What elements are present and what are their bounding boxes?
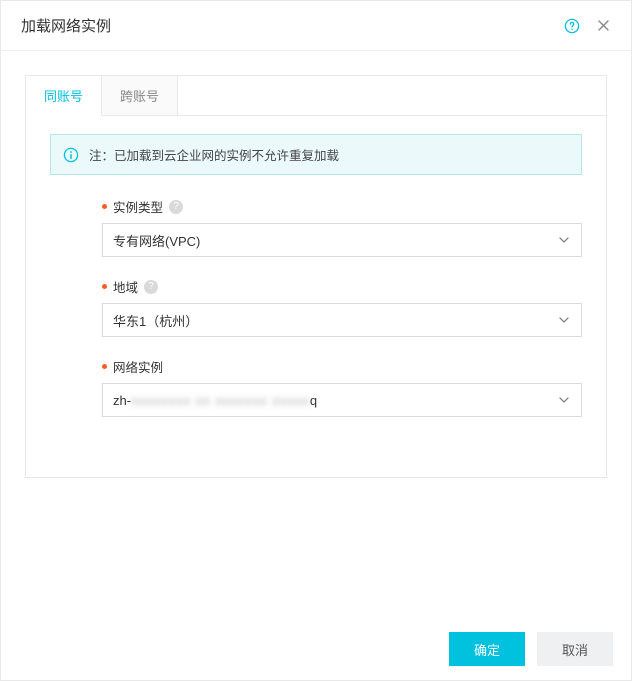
cancel-button[interactable]: 取消 — [537, 632, 613, 666]
select-instance-type-value: 专有网络(VPC) — [113, 231, 200, 250]
ok-button[interactable]: 确定 — [449, 632, 525, 666]
info-banner-text: 注：已加载到云企业网的实例不允许重复加载 — [89, 145, 339, 164]
label-instance-type: 实例类型 ? — [102, 197, 582, 216]
select-network-instance[interactable]: zh-xxxxxxxx xx xxxxxxx xxxxxq — [102, 383, 582, 417]
label-region: 地域 ? — [102, 277, 582, 296]
label-network-instance-text: 网络实例 — [113, 357, 163, 376]
required-dot — [102, 364, 107, 369]
chevron-down-icon — [557, 393, 571, 407]
form-card: 同账号 跨账号 注：已加载到云企业网的实例不允许重复加载 实例类型 — [25, 75, 607, 478]
field-network-instance: 网络实例 zh-xxxxxxxx xx xxxxxxx xxxxxq — [50, 357, 582, 417]
select-region-value: 华东1（杭州） — [113, 311, 198, 330]
required-dot — [102, 284, 107, 289]
dialog-body: 同账号 跨账号 注：已加载到云企业网的实例不允许重复加载 实例类型 — [1, 51, 631, 478]
dialog-footer: 确定 取消 — [1, 618, 631, 680]
tabs-spacer — [178, 76, 606, 116]
chevron-down-icon — [557, 233, 571, 247]
select-region[interactable]: 华东1（杭州） — [102, 303, 582, 337]
help-hint-icon[interactable]: ? — [169, 200, 183, 214]
label-network-instance: 网络实例 — [102, 357, 582, 376]
help-hint-icon[interactable]: ? — [144, 280, 158, 294]
label-region-text: 地域 — [113, 277, 138, 296]
chevron-down-icon — [557, 313, 571, 327]
select-network-instance-value: zh-xxxxxxxx xx xxxxxxx xxxxxq — [113, 393, 317, 408]
tab-same-account[interactable]: 同账号 — [26, 76, 102, 116]
dialog-header: 加载网络实例 — [1, 1, 631, 51]
select-instance-type[interactable]: 专有网络(VPC) — [102, 223, 582, 257]
value-suffix: q — [310, 393, 317, 408]
close-icon[interactable] — [596, 18, 611, 33]
tabs: 同账号 跨账号 — [26, 76, 606, 116]
tab-content: 注：已加载到云企业网的实例不允许重复加载 实例类型 ? 专有网络(VPC) — [26, 116, 606, 477]
label-instance-type-text: 实例类型 — [113, 197, 163, 216]
value-prefix: zh- — [113, 393, 131, 408]
header-icons — [564, 18, 611, 34]
field-instance-type: 实例类型 ? 专有网络(VPC) — [50, 197, 582, 257]
help-icon[interactable] — [564, 18, 580, 34]
info-icon — [63, 147, 79, 163]
value-masked: xxxxxxxx xx xxxxxxx xxxxx — [131, 393, 310, 408]
dialog-title: 加载网络实例 — [21, 15, 111, 36]
required-dot — [102, 204, 107, 209]
info-banner: 注：已加载到云企业网的实例不允许重复加载 — [50, 134, 582, 175]
field-region: 地域 ? 华东1（杭州） — [50, 277, 582, 337]
tab-cross-account[interactable]: 跨账号 — [102, 76, 178, 116]
